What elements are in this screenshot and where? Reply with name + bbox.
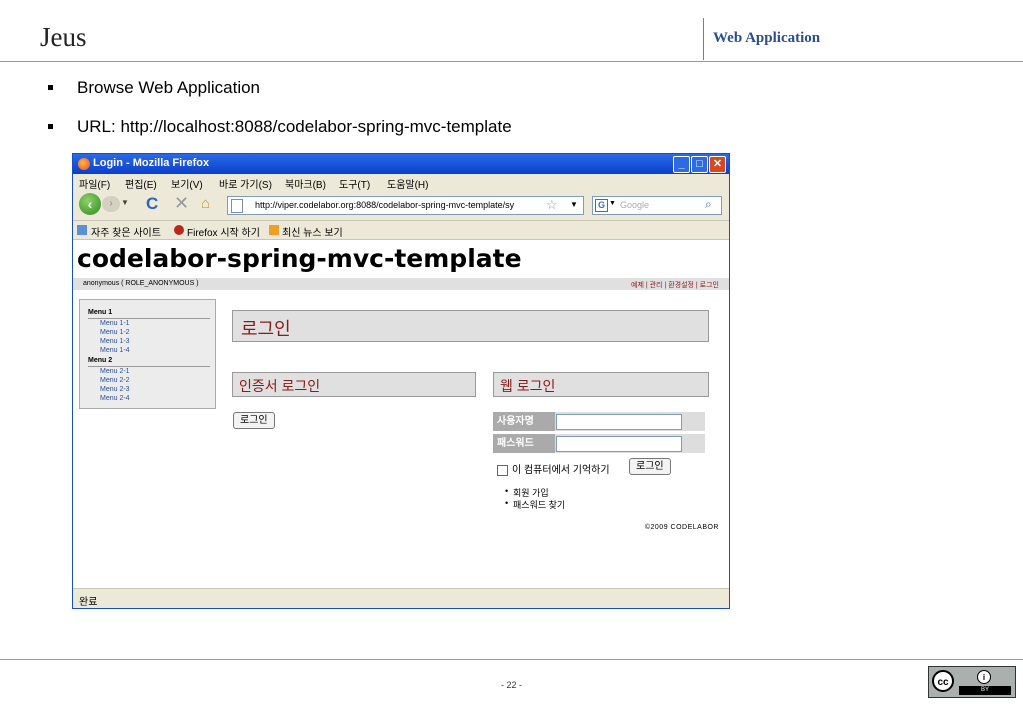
menu-item[interactable]: Menu 2-1 — [100, 368, 130, 375]
search-box[interactable]: G ▼ Google ⌕ — [592, 196, 722, 215]
side-menu: Menu 1 Menu 1-1 Menu 1-2 Menu 1-3 Menu 1… — [79, 299, 216, 409]
page-icon — [231, 199, 243, 213]
cert-login-heading: 인증서 로그인 — [232, 372, 476, 397]
bullet-text: Browse Web Application — [77, 78, 261, 97]
slide-title: Jeus — [40, 22, 87, 52]
web-login-button[interactable]: 로그인 — [629, 458, 671, 475]
bookmark-item[interactable]: 최신 뉴스 보기 — [282, 224, 343, 239]
menu-item[interactable]: Menu 1-4 — [100, 347, 130, 354]
site-title: codelabor-spring-mvc-template — [77, 244, 522, 273]
window-titlebar[interactable]: Login - Mozilla Firefox _ □ ✕ — [73, 154, 729, 174]
username-input[interactable] — [556, 414, 682, 430]
menu-item[interactable]: Menu 1-3 — [100, 338, 130, 345]
menu-item[interactable]: Menu 2-3 — [100, 386, 130, 393]
window-title: Login - Mozilla Firefox — [93, 157, 210, 169]
menu-file[interactable]: 파일(F) — [79, 176, 110, 191]
menu-tools[interactable]: 도구(T) — [339, 176, 370, 191]
history-dropdown-icon[interactable]: ▼ — [121, 198, 129, 207]
bookmark-star-icon[interactable]: ☆ — [546, 197, 558, 213]
status-bar: 완료 — [73, 588, 729, 608]
footer-rule — [0, 659, 1023, 660]
engine-dropdown-icon[interactable]: ▼ — [609, 200, 616, 207]
find-password-link[interactable]: 패스워드 찾기 — [505, 498, 565, 511]
bookmark-folder-icon — [77, 225, 87, 235]
password-input[interactable] — [556, 436, 682, 452]
menu-bar: 파일(F) 편집(E) 보기(V) 바로 가기(S) 북마크(B) 도구(T) … — [73, 174, 729, 191]
address-dropdown-icon[interactable]: ▼ — [570, 200, 578, 209]
maximize-button[interactable]: □ — [691, 156, 708, 173]
menu-bookmarks[interactable]: 북마크(B) — [285, 176, 326, 191]
menu-item[interactable]: Menu 1-2 — [100, 329, 130, 336]
menu-item[interactable]: Menu 2-2 — [100, 377, 130, 384]
menu-divider — [88, 318, 210, 319]
back-button[interactable]: ‹ — [79, 193, 101, 215]
bullet-square-icon — [48, 124, 53, 129]
menu-divider — [88, 366, 210, 367]
menu-group-title: Menu 1 — [88, 309, 113, 316]
browser-window: Login - Mozilla Firefox _ □ ✕ 파일(F) 편집(E… — [72, 153, 730, 609]
bookmark-item[interactable]: 자주 찾은 사이트 — [91, 224, 161, 239]
user-bar: anonymous ( ROLE_ANONYMOUS ) 예제 | 관리 | 환… — [73, 278, 729, 290]
menu-help[interactable]: 도움말(H) — [387, 176, 428, 191]
web-login-heading-text: 웹 로그인 — [500, 378, 556, 394]
header-divider — [703, 18, 704, 60]
web-page: codelabor-spring-mvc-template anonymous … — [73, 240, 729, 588]
firefox-icon — [78, 158, 90, 170]
page-number: - 22 - — [500, 680, 522, 690]
password-label: 패스워드 — [493, 434, 555, 453]
header-rule — [0, 61, 1023, 62]
bookmark-item[interactable]: Firefox 시작 하기 — [187, 224, 260, 239]
search-icon[interactable]: ⌕ — [705, 197, 712, 212]
bullet-square-icon — [48, 85, 53, 90]
bookmarks-toolbar: 자주 찾은 사이트 Firefox 시작 하기 최신 뉴스 보기 — [73, 221, 729, 240]
rss-icon — [269, 225, 279, 235]
navigation-toolbar: ‹ › ▼ C ✕ ⌂ http://viper.codelabor.org:8… — [73, 190, 729, 221]
remember-me[interactable]: 이 컴퓨터에서 기억하기 — [497, 461, 610, 476]
address-bar[interactable]: http://viper.codelabor.org:8088/codelabo… — [227, 196, 584, 215]
section-title: Web Application — [713, 30, 821, 46]
cc-license-badge: cc i BY — [928, 666, 1016, 698]
menu-item[interactable]: Menu 1-1 — [100, 320, 130, 327]
menu-edit[interactable]: 편집(E) — [125, 176, 157, 191]
top-links[interactable]: 예제 | 관리 | 환경설정 | 로그인 — [631, 280, 719, 290]
forward-button[interactable]: › — [102, 196, 120, 212]
menu-group-title: Menu 2 — [88, 357, 113, 364]
username-row: 사용자명 — [493, 412, 705, 431]
password-row: 패스워드 — [493, 434, 705, 453]
home-button[interactable]: ⌂ — [201, 195, 210, 212]
remember-label: 이 컴퓨터에서 기억하기 — [512, 465, 610, 476]
google-engine-icon[interactable]: G — [595, 199, 608, 212]
bullet-text: URL: http://localhost:8088/codelabor-spr… — [77, 117, 512, 136]
remember-checkbox[interactable] — [497, 464, 508, 476]
reload-button[interactable]: C — [146, 194, 158, 214]
attribution-icon: i — [977, 670, 991, 684]
menu-go[interactable]: 바로 가기(S) — [219, 176, 272, 191]
login-heading: 로그인 — [232, 310, 709, 342]
username-label: 사용자명 — [493, 412, 555, 431]
minimize-button[interactable]: _ — [673, 156, 690, 173]
copyright: ©2009 CODELABOR — [644, 524, 719, 531]
cert-login-button[interactable]: 로그인 — [233, 412, 275, 429]
web-login-heading: 웹 로그인 — [493, 372, 709, 397]
creative-commons-icon: cc — [932, 670, 954, 692]
login-heading-text: 로그인 — [241, 319, 291, 339]
firefox-bookmark-icon — [174, 225, 184, 235]
cert-login-heading-text: 인증서 로그인 — [239, 378, 321, 394]
menu-view[interactable]: 보기(V) — [171, 176, 203, 191]
status-text: 완료 — [79, 597, 98, 608]
license-by-label: BY — [959, 686, 1011, 695]
close-button[interactable]: ✕ — [709, 156, 726, 173]
stop-button[interactable]: ✕ — [174, 193, 189, 214]
search-placeholder[interactable]: Google — [620, 200, 649, 210]
current-user: anonymous ( ROLE_ANONYMOUS ) — [83, 280, 199, 287]
address-bar-url[interactable]: http://viper.codelabor.org:8088/codelabo… — [255, 200, 555, 210]
menu-item[interactable]: Menu 2-4 — [100, 395, 130, 402]
